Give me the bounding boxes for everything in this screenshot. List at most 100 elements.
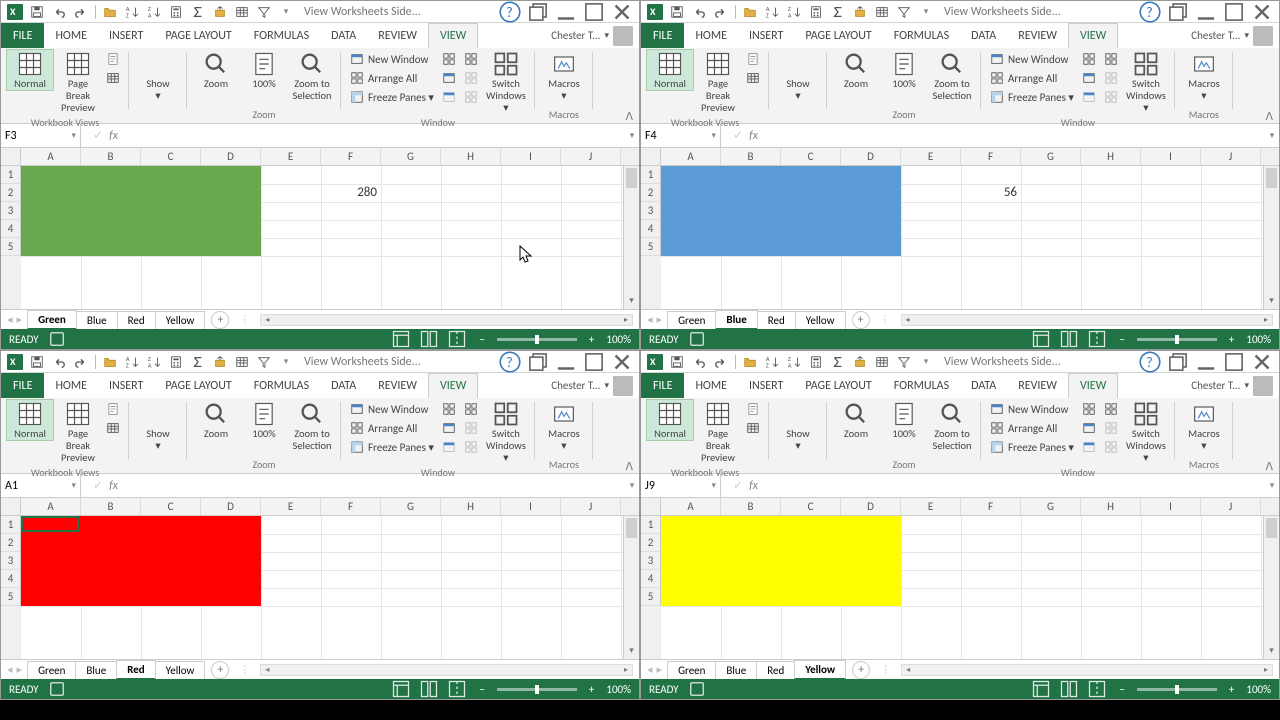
switch-windows-button[interactable]: Switch Windows ▾: [1123, 50, 1169, 114]
view-side-icon[interactable]: [461, 50, 481, 68]
zoom-slider[interactable]: [497, 688, 577, 691]
split-icon[interactable]: [439, 400, 459, 418]
close-icon[interactable]: [1249, 3, 1275, 21]
col-header-J[interactable]: J: [561, 148, 621, 165]
freeze-panes-button[interactable]: Freeze Panes ▾: [347, 88, 437, 106]
horizontal-scrollbar[interactable]: ◂▸: [901, 314, 1274, 326]
col-header-I[interactable]: I: [501, 498, 561, 515]
view-side-icon[interactable]: [1101, 400, 1121, 418]
zoom-button[interactable]: Zoom: [833, 50, 879, 90]
col-header-I[interactable]: I: [1141, 148, 1201, 165]
reset-pos-icon[interactable]: [1101, 88, 1121, 106]
sheet-nav-next-icon[interactable]: ▸: [657, 663, 663, 676]
filled-range[interactable]: [21, 166, 261, 256]
macro-record-icon[interactable]: [687, 331, 707, 347]
redo-icon[interactable]: [711, 3, 731, 21]
arrange-all-button[interactable]: Arrange All: [347, 419, 437, 437]
filter-icon[interactable]: [254, 353, 274, 371]
row-header-3[interactable]: 3: [1, 552, 21, 570]
select-all-corner[interactable]: [1, 498, 21, 515]
user-account[interactable]: Chester T... ▾: [1185, 373, 1279, 398]
undo-icon[interactable]: [49, 353, 69, 371]
page-layout-icon[interactable]: [103, 50, 123, 68]
pivot-icon[interactable]: [872, 3, 892, 21]
zoom-out-icon[interactable]: −: [1115, 683, 1128, 696]
filter-icon[interactable]: [894, 353, 914, 371]
redo-icon[interactable]: [711, 353, 731, 371]
zoom-button[interactable]: Zoom: [833, 400, 879, 440]
zoom-out-icon[interactable]: −: [1115, 333, 1128, 346]
unhide-icon[interactable]: [1079, 438, 1099, 456]
ribbon-display-icon[interactable]: [1165, 353, 1191, 371]
expand-formula-icon[interactable]: ▾: [1265, 480, 1279, 491]
file-tab[interactable]: FILE: [1, 23, 44, 48]
macros-button[interactable]: Macros▾: [541, 50, 587, 102]
col-header-G[interactable]: G: [381, 148, 441, 165]
vertical-scrollbar[interactable]: ▴ ▾: [623, 166, 639, 309]
ribbon-display-icon[interactable]: [1165, 3, 1191, 21]
col-header-H[interactable]: H: [1081, 498, 1141, 515]
zoom-button[interactable]: Zoom: [193, 50, 239, 90]
col-header-E[interactable]: E: [901, 148, 961, 165]
zoom-out-icon[interactable]: −: [475, 683, 488, 696]
col-header-G[interactable]: G: [381, 498, 441, 515]
zoom-level[interactable]: 100%: [1246, 683, 1271, 696]
reset-pos-icon[interactable]: [1101, 438, 1121, 456]
sheet-tab-yellow[interactable]: Yellow: [155, 311, 206, 329]
tab-page-layout[interactable]: PAGE LAYOUT: [154, 23, 242, 48]
col-header-H[interactable]: H: [441, 148, 501, 165]
qat-more-icon[interactable]: ▾: [916, 3, 936, 21]
page-break-preview-button[interactable]: Page Break Preview: [55, 400, 101, 464]
show-button[interactable]: Show▾: [775, 400, 821, 452]
close-icon[interactable]: [1249, 353, 1275, 371]
horizontal-scrollbar[interactable]: ◂▸: [901, 664, 1273, 676]
col-header-D[interactable]: D: [841, 148, 901, 165]
close-icon[interactable]: [609, 353, 635, 371]
view-layout-icon[interactable]: [1059, 681, 1079, 697]
tab-page-layout[interactable]: PAGE LAYOUT: [794, 373, 882, 398]
col-header-F[interactable]: F: [961, 148, 1021, 165]
sheet-tab-yellow[interactable]: Yellow: [795, 311, 846, 329]
tab-review[interactable]: REVIEW: [1007, 373, 1068, 398]
collapse-ribbon-icon[interactable]: ᐱ: [1259, 48, 1279, 123]
fill-icon[interactable]: [850, 353, 870, 371]
page-layout-icon[interactable]: [103, 400, 123, 418]
calculator-icon[interactable]: [166, 3, 186, 21]
tab-home[interactable]: HOME: [44, 373, 98, 398]
arrange-all-button[interactable]: Arrange All: [987, 419, 1077, 437]
sync-scroll-icon[interactable]: [461, 69, 481, 87]
sheet-tab-yellow[interactable]: Yellow: [155, 661, 206, 679]
user-account[interactable]: Chester T... ▾: [545, 373, 639, 398]
col-header-A[interactable]: A: [661, 148, 721, 165]
col-header-B[interactable]: B: [721, 498, 781, 515]
sheet-tab-red[interactable]: Red: [116, 660, 155, 680]
row-header-1[interactable]: 1: [1, 516, 21, 534]
vertical-scrollbar[interactable]: ▴ ▾: [1263, 166, 1279, 309]
fx-icon[interactable]: fx: [749, 479, 758, 493]
row-header-3[interactable]: 3: [1, 202, 21, 220]
tab-insert[interactable]: INSERT: [738, 23, 794, 48]
zoom-out-icon[interactable]: −: [475, 333, 488, 346]
col-header-C[interactable]: C: [141, 148, 201, 165]
sheet-nav-prev-icon[interactable]: ◂: [647, 663, 653, 676]
autosum-icon[interactable]: [188, 3, 208, 21]
sort-asc-icon[interactable]: AZ: [122, 3, 142, 21]
sort-asc-icon[interactable]: AZ: [762, 3, 782, 21]
horizontal-scrollbar[interactable]: ◂▸: [260, 314, 633, 326]
sort-desc-icon[interactable]: ZA: [784, 353, 804, 371]
undo-icon[interactable]: [49, 3, 69, 21]
hide-icon[interactable]: [1079, 69, 1099, 87]
qat-more-icon[interactable]: ▾: [276, 353, 296, 371]
macro-record-icon[interactable]: [47, 681, 67, 697]
minimize-icon[interactable]: [1193, 3, 1219, 21]
page-layout-icon[interactable]: [743, 400, 763, 418]
view-pagebreak-icon[interactable]: [1087, 681, 1107, 697]
row-header-2[interactable]: 2: [641, 534, 661, 552]
add-sheet-button[interactable]: +: [211, 661, 229, 679]
help-icon[interactable]: ?: [1137, 3, 1163, 21]
hide-icon[interactable]: [439, 69, 459, 87]
tab-home[interactable]: HOME: [684, 373, 738, 398]
page-break-preview-button[interactable]: Page Break Preview: [55, 50, 101, 114]
col-header-C[interactable]: C: [781, 148, 841, 165]
zoom-to-selection-button[interactable]: Zoom to Selection: [289, 400, 335, 452]
